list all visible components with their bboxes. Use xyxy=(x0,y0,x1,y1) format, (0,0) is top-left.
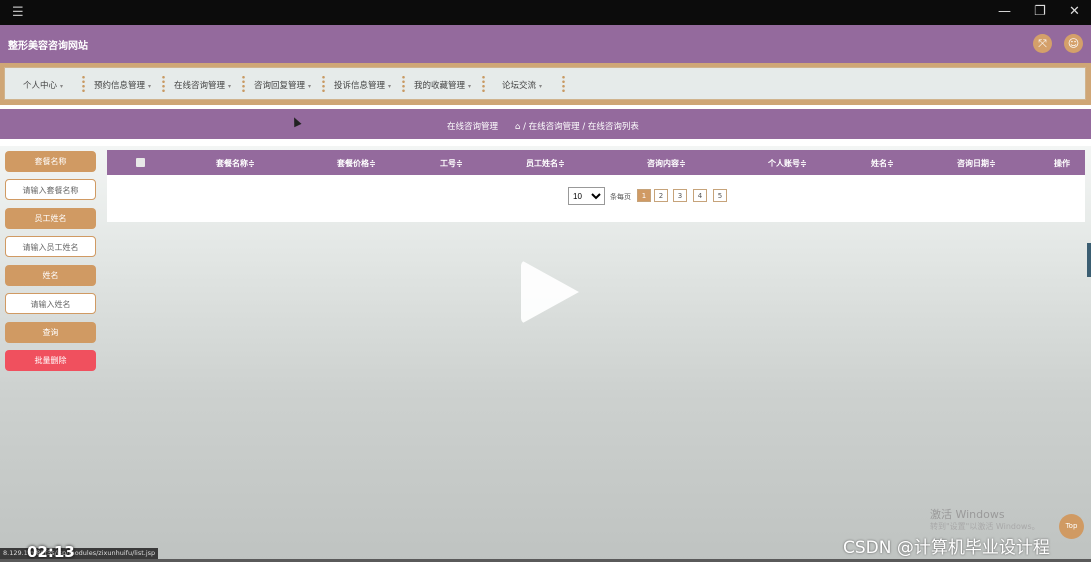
back-to-top-button[interactable]: Top xyxy=(1059,514,1084,539)
content-top-strip xyxy=(0,139,1091,146)
page-button[interactable]: 4 xyxy=(693,189,707,202)
windows-activation-subtitle: 转到"设置"以激活 Windows。 xyxy=(930,522,1040,531)
name-label: 姓名 xyxy=(5,265,96,286)
column-header[interactable]: 个人账号≑ xyxy=(768,158,807,169)
nav-wrapper: 个人中心 ▾ 预约信息管理 ▾ 在线咨询管理 ▾ 咨询回复管理 ▾ 投诉信息管理 ▾ 我的… xyxy=(0,63,1091,105)
windows-activation-title: 激活 Windows xyxy=(930,508,1005,521)
restore-icon[interactable]: ❐ xyxy=(1034,4,1046,19)
window-titlebar: ☰ — ❐ ✕ xyxy=(0,0,1091,25)
employee-name-input[interactable]: 请输入员工姓名 xyxy=(5,236,96,257)
site-header: 整形美容咨询网站 ⤧ ☺ xyxy=(0,25,1091,63)
page-button[interactable]: 5 xyxy=(713,189,727,202)
nav-separator xyxy=(562,75,565,93)
nav-separator xyxy=(322,75,325,93)
site-title: 整形美容咨询网站 xyxy=(8,41,88,52)
status-url: 8.129.1 m89r3s/jsp/modules/zixunhuifu/li… xyxy=(0,548,159,559)
column-header[interactable]: 工号≑ xyxy=(440,158,463,169)
column-header[interactable]: 咨询日期≑ xyxy=(957,158,996,169)
breadcrumb-trail[interactable]: ⌂ / 在线咨询管理 / 在线咨询列表 xyxy=(515,120,639,132)
page-button[interactable]: 2 xyxy=(654,189,668,202)
select-all-checkbox[interactable] xyxy=(136,158,145,167)
fullscreen-icon[interactable]: ⤧ xyxy=(1033,34,1052,53)
scrollbar-handle[interactable] xyxy=(1087,243,1091,277)
csdn-watermark: CSDN @计算机毕业设计程 xyxy=(843,538,1050,558)
nav-item-complaint[interactable]: 投诉信息管理 ▾ xyxy=(334,79,391,91)
package-name-label: 套餐名称 xyxy=(5,151,96,172)
column-header[interactable]: 咨询内容≑ xyxy=(647,158,686,169)
nav-separator xyxy=(82,75,85,93)
hamburger-icon[interactable]: ☰ xyxy=(12,6,24,19)
page-button[interactable]: 1 xyxy=(637,189,651,202)
breadcrumb: 在线咨询管理 ⌂ / 在线咨询管理 / 在线咨询列表 xyxy=(0,109,1091,139)
close-icon[interactable]: ✕ xyxy=(1069,4,1080,19)
nav-separator xyxy=(242,75,245,93)
nav-item-personal-center[interactable]: 个人中心 ▾ xyxy=(23,79,63,91)
column-header[interactable]: 套餐价格≑ xyxy=(337,158,376,169)
main-nav: 个人中心 ▾ 预约信息管理 ▾ 在线咨询管理 ▾ 咨询回复管理 ▾ 投诉信息管理 ▾ 我的… xyxy=(4,67,1086,100)
nav-item-appointment[interactable]: 预约信息管理 ▾ xyxy=(94,79,151,91)
nav-item-consult-reply[interactable]: 咨询回复管理 ▾ xyxy=(254,79,311,91)
column-header[interactable]: 姓名≑ xyxy=(871,158,894,169)
minimize-icon[interactable]: — xyxy=(998,4,1011,19)
batch-delete-button[interactable]: 批量删除 xyxy=(5,350,96,371)
nav-separator xyxy=(482,75,485,93)
nav-item-favorites[interactable]: 我的收藏管理 ▾ xyxy=(414,79,471,91)
table-header: 套餐名称≑ 套餐价格≑ 工号≑ 员工姓名≑ 咨询内容≑ 个人账号≑ 姓名≑ 咨询… xyxy=(107,150,1085,175)
page-size-label: 条每页 xyxy=(610,193,631,201)
play-icon[interactable] xyxy=(521,260,579,324)
app-frame: ☰ — ❐ ✕ 整形美容咨询网站 ⤧ ☺ 个人中心 ▾ 预约信息管理 ▾ 在线咨询管… xyxy=(0,0,1091,562)
page-title: 在线咨询管理 xyxy=(447,122,499,132)
query-button[interactable]: 查询 xyxy=(5,322,96,343)
column-header[interactable]: 员工姓名≑ xyxy=(526,158,565,169)
nav-separator xyxy=(162,75,165,93)
page-size-select[interactable]: 10 xyxy=(568,187,605,205)
user-icon[interactable]: ☺ xyxy=(1064,34,1083,53)
column-header[interactable]: 套餐名称≑ xyxy=(216,158,255,169)
column-header: 操作 xyxy=(1054,159,1070,168)
package-name-input[interactable]: 请输入套餐名称 xyxy=(5,179,96,200)
page-button[interactable]: 3 xyxy=(673,189,687,202)
nav-item-forum[interactable]: 论坛交流 ▾ xyxy=(502,79,542,91)
name-input[interactable]: 请输入姓名 xyxy=(5,293,96,314)
nav-item-online-consult[interactable]: 在线咨询管理 ▾ xyxy=(174,79,231,91)
nav-separator xyxy=(402,75,405,93)
employee-name-label: 员工姓名 xyxy=(5,208,96,229)
